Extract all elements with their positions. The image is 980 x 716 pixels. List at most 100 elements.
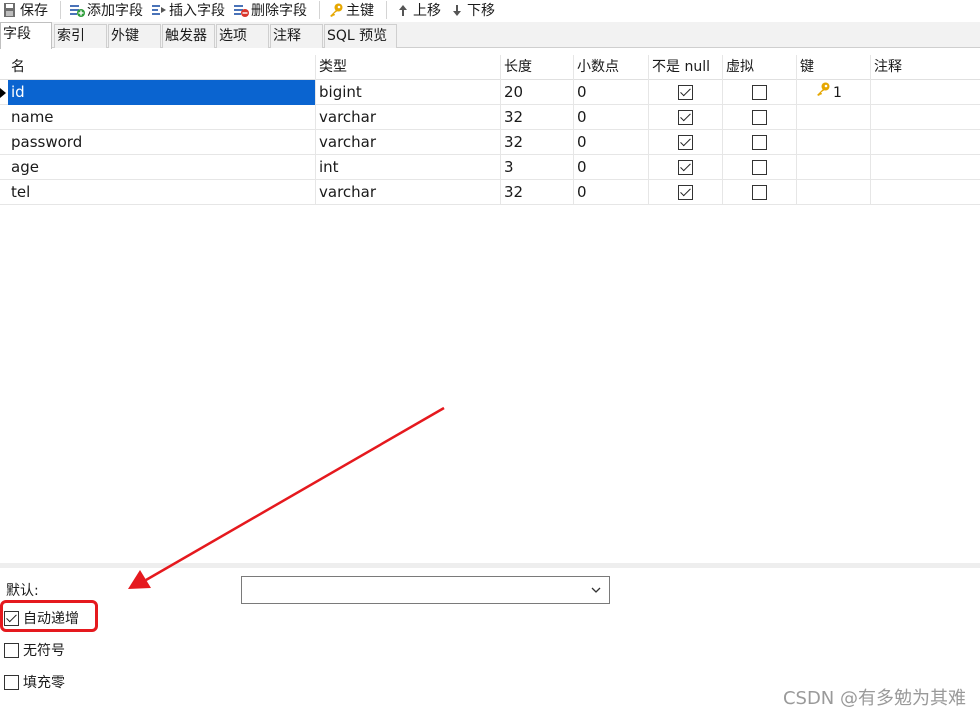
virtual-checkbox[interactable] bbox=[752, 185, 767, 200]
table-row[interactable]: name varchar 32 0 bbox=[0, 105, 980, 130]
move-up-button[interactable]: 上移 bbox=[393, 0, 447, 20]
arrow-down-icon bbox=[449, 2, 465, 18]
cell-comment[interactable] bbox=[871, 180, 980, 205]
cell-name[interactable]: age bbox=[8, 155, 316, 180]
virtual-checkbox[interactable] bbox=[752, 110, 767, 125]
tab-options[interactable]: 选项 bbox=[216, 24, 269, 48]
tab-foreign-keys[interactable]: 外键 bbox=[108, 24, 161, 48]
delete-field-label: 删除字段 bbox=[251, 3, 307, 19]
unsigned-label: 无符号 bbox=[23, 643, 65, 659]
cell-length[interactable]: 32 bbox=[501, 105, 574, 130]
cell-comment[interactable] bbox=[871, 105, 980, 130]
virtual-checkbox[interactable] bbox=[752, 160, 767, 175]
cell-decimals[interactable]: 0 bbox=[574, 80, 649, 105]
key-indicator: 1 bbox=[815, 82, 842, 103]
cell-name[interactable]: name bbox=[8, 105, 316, 130]
key-order: 1 bbox=[833, 84, 842, 101]
tab-triggers[interactable]: 触发器 bbox=[162, 24, 215, 48]
grid-header-row: 名 类型 长度 小数点 不是 null 虚拟 键 注释 bbox=[0, 55, 980, 80]
not-null-checkbox[interactable] bbox=[678, 135, 693, 150]
cell-length[interactable]: 20 bbox=[501, 80, 574, 105]
cell-virtual bbox=[723, 180, 797, 205]
cell-key[interactable]: 1 bbox=[797, 80, 871, 105]
cell-type[interactable]: bigint bbox=[316, 80, 501, 105]
not-null-checkbox[interactable] bbox=[678, 160, 693, 175]
panel-divider bbox=[0, 563, 980, 568]
current-row-indicator-icon bbox=[0, 88, 6, 98]
column-header-comment[interactable]: 注释 bbox=[871, 55, 980, 80]
cell-name[interactable]: tel bbox=[8, 180, 316, 205]
cell-decimals[interactable]: 0 bbox=[574, 180, 649, 205]
cell-virtual bbox=[723, 130, 797, 155]
cell-comment[interactable] bbox=[871, 80, 980, 105]
cell-type[interactable]: varchar bbox=[316, 105, 501, 130]
tab-indexes[interactable]: 索引 bbox=[54, 24, 107, 48]
cell-length[interactable]: 3 bbox=[501, 155, 574, 180]
column-header-virtual[interactable]: 虚拟 bbox=[723, 55, 797, 80]
cell-not-null bbox=[649, 155, 723, 180]
not-null-checkbox[interactable] bbox=[678, 185, 693, 200]
cell-comment[interactable] bbox=[871, 130, 980, 155]
cell-decimals[interactable]: 0 bbox=[574, 130, 649, 155]
zerofill-option[interactable]: 填充零 bbox=[4, 672, 65, 692]
cell-length[interactable]: 32 bbox=[501, 130, 574, 155]
table-row[interactable]: tel varchar 32 0 bbox=[0, 180, 980, 205]
column-header-length[interactable]: 长度 bbox=[501, 55, 574, 80]
cell-decimals[interactable]: 0 bbox=[574, 105, 649, 130]
cell-virtual bbox=[723, 155, 797, 180]
table-row[interactable]: id bigint 20 0 1 bbox=[0, 80, 980, 105]
primary-key-button[interactable]: 主键 bbox=[326, 0, 380, 20]
zerofill-checkbox[interactable] bbox=[4, 674, 19, 690]
cell-comment[interactable] bbox=[871, 155, 980, 180]
tab-sql-preview[interactable]: SQL 预览 bbox=[324, 24, 397, 48]
table-row[interactable]: age int 3 0 bbox=[0, 155, 980, 180]
default-value-select[interactable] bbox=[241, 576, 610, 604]
save-button[interactable]: 保存 bbox=[0, 0, 54, 20]
arrow-up-icon bbox=[395, 2, 411, 18]
add-field-button[interactable]: 添加字段 bbox=[67, 0, 149, 20]
move-up-label: 上移 bbox=[413, 3, 441, 19]
column-header-decimals[interactable]: 小数点 bbox=[574, 55, 649, 80]
cell-name[interactable]: id bbox=[8, 80, 316, 105]
cell-length[interactable]: 32 bbox=[501, 180, 574, 205]
unsigned-checkbox[interactable] bbox=[4, 642, 19, 658]
add-field-label: 添加字段 bbox=[87, 3, 143, 19]
insert-field-button[interactable]: 插入字段 bbox=[149, 0, 231, 20]
cell-type[interactable]: int bbox=[316, 155, 501, 180]
toolbar-divider bbox=[60, 1, 61, 19]
cell-not-null bbox=[649, 80, 723, 105]
tab-comment[interactable]: 注释 bbox=[270, 24, 323, 48]
not-null-checkbox[interactable] bbox=[678, 110, 693, 125]
annotation-highlight-box bbox=[0, 600, 98, 632]
save-label: 保存 bbox=[20, 3, 48, 19]
tab-fields[interactable]: 字段 bbox=[0, 22, 52, 49]
default-label: 默认: bbox=[6, 583, 39, 599]
column-header-not-null[interactable]: 不是 null bbox=[649, 55, 723, 80]
virtual-checkbox[interactable] bbox=[752, 135, 767, 150]
cell-virtual bbox=[723, 80, 797, 105]
column-header-type[interactable]: 类型 bbox=[316, 55, 501, 80]
virtual-checkbox[interactable] bbox=[752, 85, 767, 100]
toolbar: 保存 添加字段 插入字段 删除字段 主键 上移 下移 bbox=[0, 0, 980, 20]
not-null-checkbox[interactable] bbox=[678, 85, 693, 100]
delete-field-button[interactable]: 删除字段 bbox=[231, 0, 313, 20]
chevron-down-icon bbox=[589, 583, 603, 597]
table-row[interactable]: password varchar 32 0 bbox=[0, 130, 980, 155]
cell-name[interactable]: password bbox=[8, 130, 316, 155]
cell-key[interactable] bbox=[797, 180, 871, 205]
toolbar-divider bbox=[319, 1, 320, 19]
delete-field-icon bbox=[233, 2, 249, 18]
watermark: CSDN @有多勉为其难 bbox=[782, 688, 966, 709]
cell-key[interactable] bbox=[797, 130, 871, 155]
save-icon bbox=[2, 2, 18, 18]
cell-type[interactable]: varchar bbox=[316, 180, 501, 205]
cell-virtual bbox=[723, 105, 797, 130]
cell-type[interactable]: varchar bbox=[316, 130, 501, 155]
move-down-button[interactable]: 下移 bbox=[447, 0, 501, 20]
column-header-key[interactable]: 键 bbox=[797, 55, 871, 80]
unsigned-option[interactable]: 无符号 bbox=[4, 640, 65, 660]
column-header-name[interactable]: 名 bbox=[8, 55, 316, 80]
cell-decimals[interactable]: 0 bbox=[574, 155, 649, 180]
cell-key[interactable] bbox=[797, 155, 871, 180]
cell-key[interactable] bbox=[797, 105, 871, 130]
